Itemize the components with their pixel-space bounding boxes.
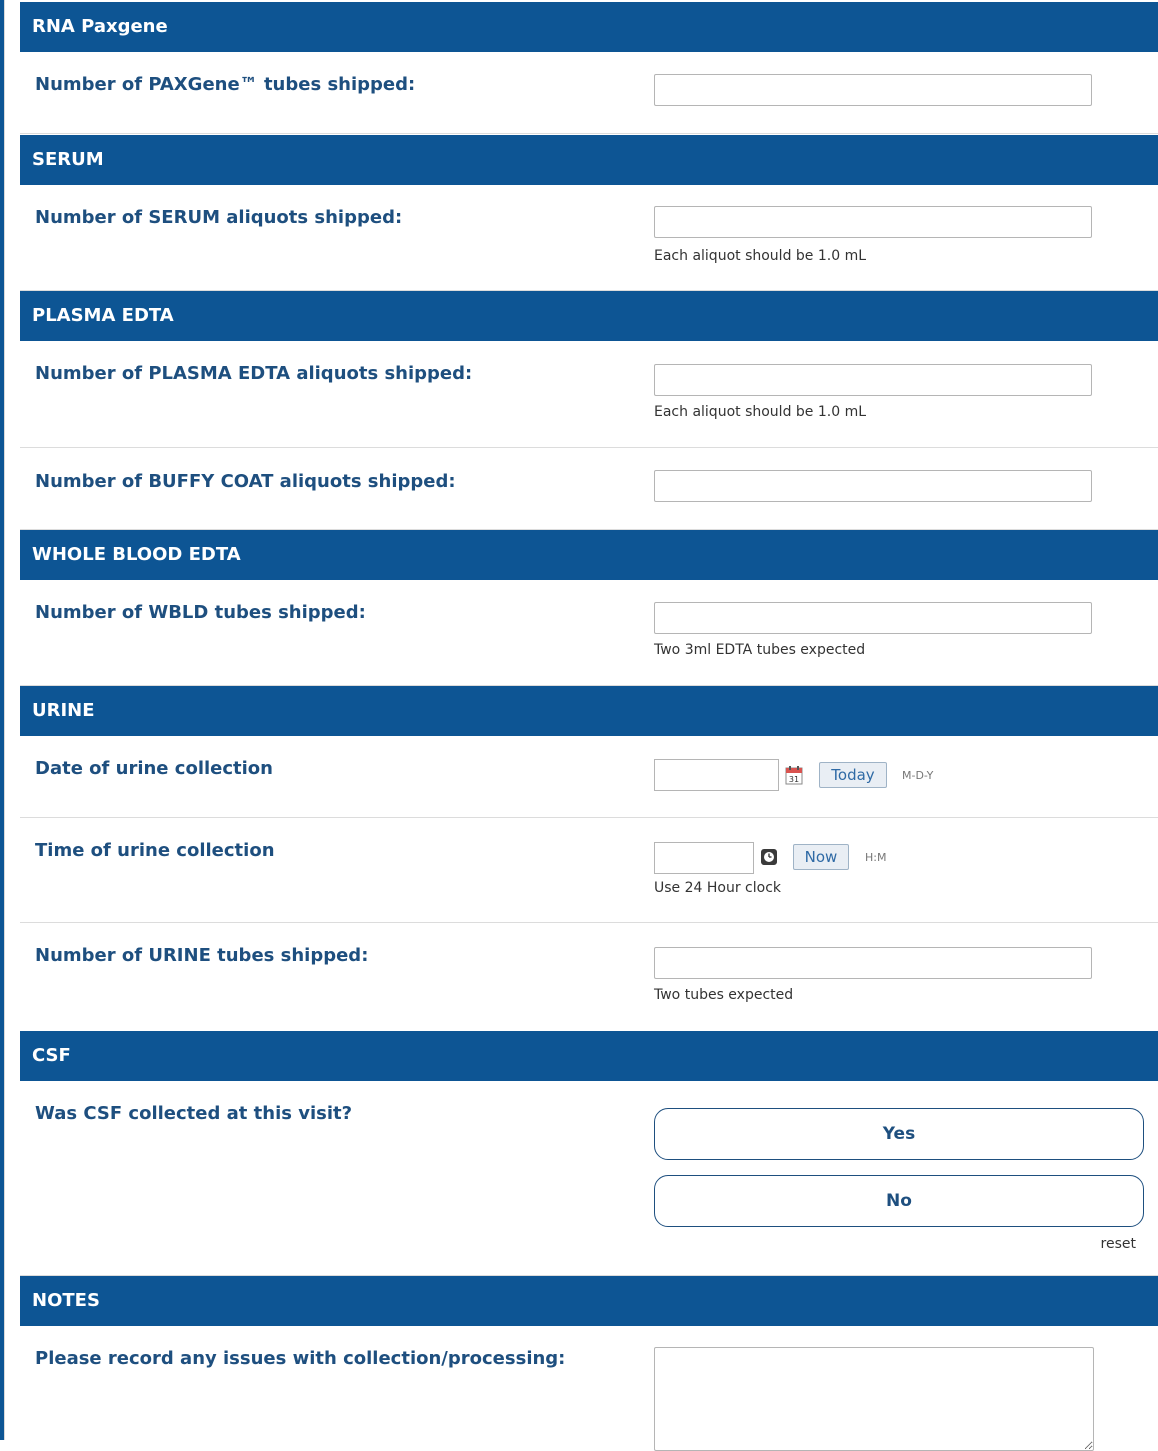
serum-aliquots-label: Number of SERUM aliquots shipped: [35, 207, 403, 228]
section-header-rna: RNA Paxgene [20, 2, 1158, 52]
plasma-aliquots-input[interactable] [654, 364, 1092, 396]
section-header-urine: URINE [20, 686, 1158, 736]
buffy-aliquots-input[interactable] [654, 470, 1092, 502]
section-header-wbld: WHOLE BLOOD EDTA [20, 530, 1158, 580]
plasma-aliquots-label: Number of PLASMA EDTA aliquots shipped: [35, 363, 473, 384]
row-buffy-aliquots: Number of BUFFY COAT aliquots shipped: [20, 448, 1158, 530]
serum-aliquots-input[interactable] [654, 206, 1092, 238]
calendar-icon[interactable]: 31 [785, 765, 803, 785]
row-issues: Please record any issues with collection… [20, 1326, 1158, 1451]
today-button[interactable]: Today [819, 762, 887, 788]
row-serum-aliquots: Number of SERUM aliquots shipped: Each a… [20, 185, 1158, 291]
paxgene-tubes-label: Number of PAXGene™ tubes shipped: [35, 74, 416, 95]
section-header-serum: SERUM [20, 135, 1158, 185]
urine-date-input[interactable] [654, 759, 779, 791]
urine-tubes-note: Two tubes expected [654, 987, 794, 1003]
csf-collected-label: Was CSF collected at this visit? [35, 1103, 353, 1124]
urine-date-format: M-D-Y [902, 769, 934, 782]
urine-time-input[interactable] [654, 842, 754, 874]
csf-reset-link[interactable]: reset [1101, 1236, 1136, 1252]
row-urine-time: Time of urine collection Now H:M Use 24 … [20, 818, 1158, 923]
csf-no-button[interactable]: No [654, 1175, 1144, 1227]
csf-yes-button[interactable]: Yes [654, 1108, 1144, 1160]
section-header-notes: NOTES [20, 1276, 1158, 1326]
buffy-aliquots-label: Number of BUFFY COAT aliquots shipped: [35, 471, 456, 492]
paxgene-tubes-input[interactable] [654, 74, 1092, 106]
serum-aliquots-note: Each aliquot should be 1.0 mL [654, 248, 867, 264]
row-csf-collected: Was CSF collected at this visit? Yes No … [20, 1081, 1158, 1276]
urine-time-label: Time of urine collection [35, 840, 275, 861]
now-button[interactable]: Now [793, 844, 849, 870]
row-paxgene-tubes: Number of PAXGene™ tubes shipped: [20, 52, 1158, 134]
wbld-tubes-input[interactable] [654, 602, 1092, 634]
urine-date-label: Date of urine collection [35, 758, 273, 779]
row-wbld-tubes: Number of WBLD tubes shipped: Two 3ml ED… [20, 580, 1158, 686]
issues-textarea[interactable] [654, 1347, 1094, 1451]
urine-time-format: H:M [865, 851, 887, 864]
clock-icon[interactable] [760, 848, 778, 866]
plasma-aliquots-note: Each aliquot should be 1.0 mL [654, 404, 867, 420]
section-header-csf: CSF [20, 1031, 1158, 1081]
urine-tubes-label: Number of URINE tubes shipped: [35, 945, 369, 966]
urine-tubes-input[interactable] [654, 947, 1092, 979]
left-frame-gutter [4, 0, 21, 1440]
svg-text:31: 31 [789, 775, 799, 784]
section-header-plasma: PLASMA EDTA [20, 291, 1158, 341]
row-urine-tubes: Number of URINE tubes shipped: Two tubes… [20, 923, 1158, 1032]
wbld-tubes-label: Number of WBLD tubes shipped: [35, 602, 366, 623]
wbld-tubes-note: Two 3ml EDTA tubes expected [654, 642, 866, 658]
row-plasma-aliquots: Number of PLASMA EDTA aliquots shipped: … [20, 341, 1158, 448]
urine-time-note: Use 24 Hour clock [654, 880, 781, 896]
issues-label: Please record any issues with collection… [35, 1348, 566, 1369]
row-urine-date: Date of urine collection 31 Today M-D-Y [20, 736, 1158, 818]
